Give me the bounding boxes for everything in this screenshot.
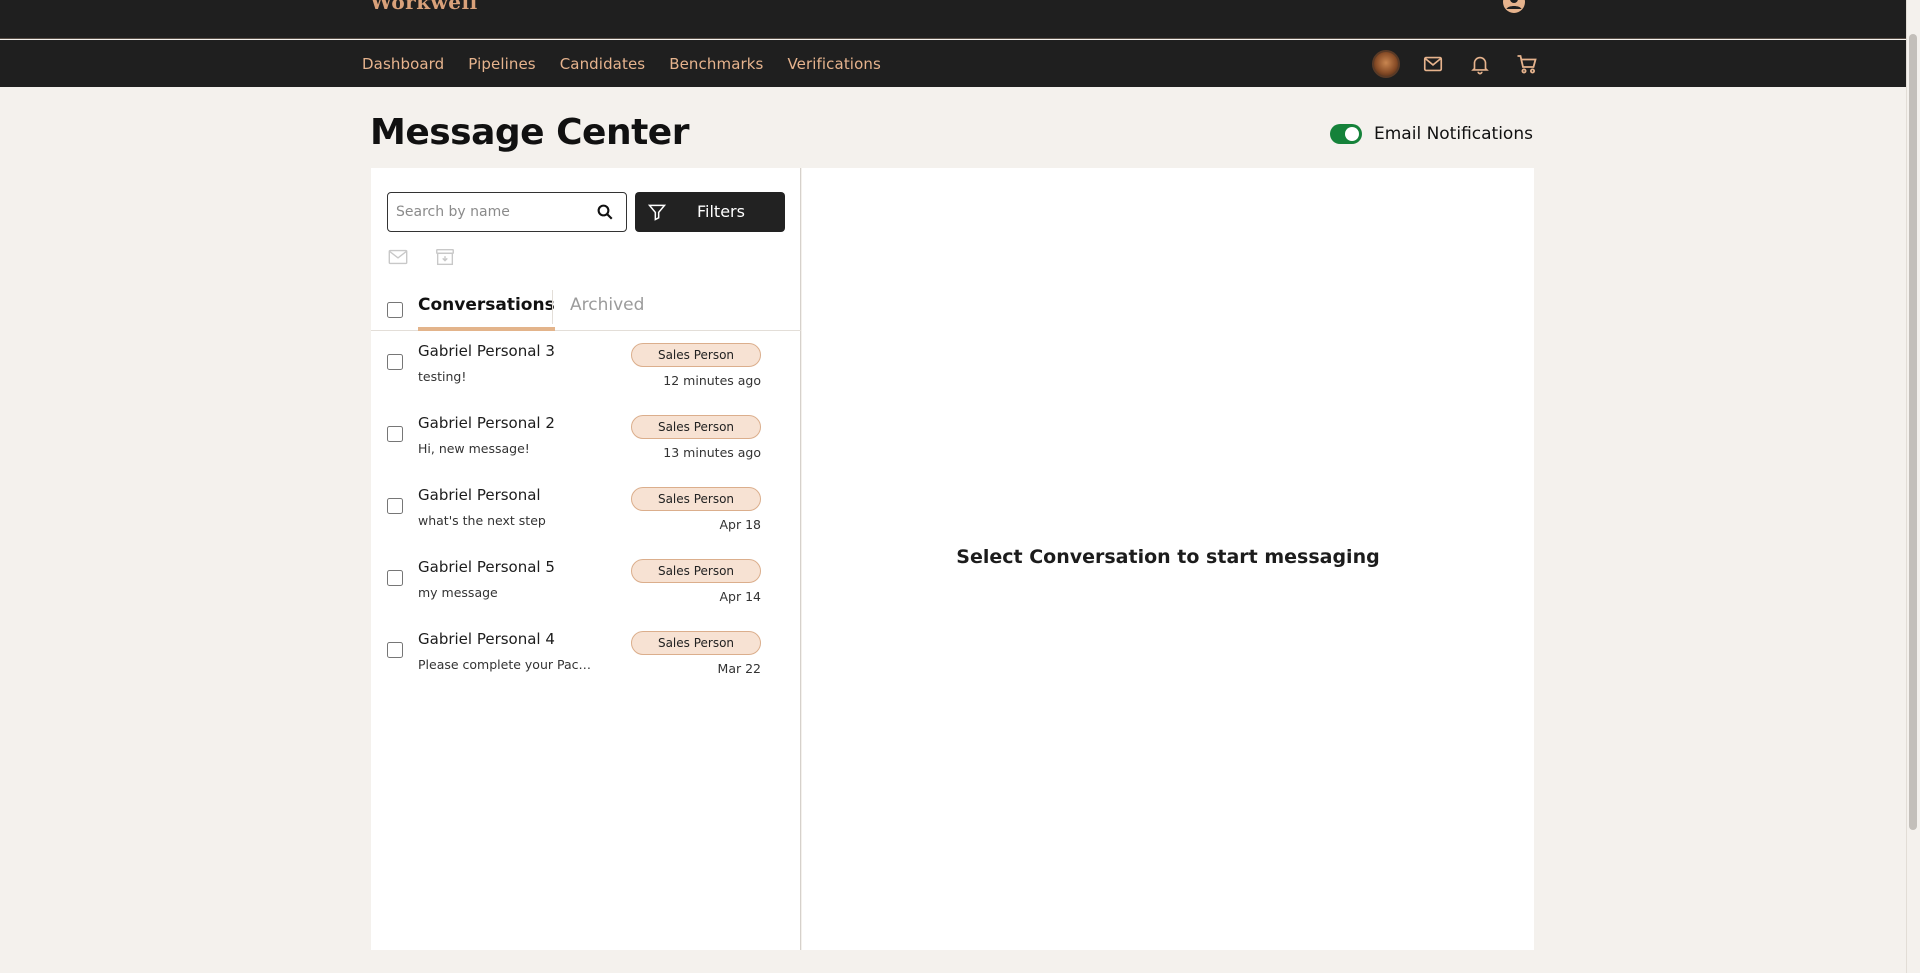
conversation-time: 13 minutes ago xyxy=(663,445,761,460)
message-panel: Select Conversation to start messaging xyxy=(802,168,1534,950)
conversation-name: Gabriel Personal 4 xyxy=(418,630,555,648)
conversation-item[interactable]: Gabriel Personal 5 my message Sales Pers… xyxy=(371,548,801,620)
role-badge: Sales Person xyxy=(631,487,761,511)
nav-verifications[interactable]: Verifications xyxy=(787,55,880,73)
conversation-name: Gabriel Personal xyxy=(418,486,541,504)
top-bar: Workwell xyxy=(0,0,1906,39)
cart-icon[interactable] xyxy=(1513,50,1541,78)
role-badge: Sales Person xyxy=(631,343,761,367)
bell-icon[interactable] xyxy=(1466,50,1494,78)
page-scrollbar-thumb[interactable] xyxy=(1909,34,1917,830)
empty-state-message: Select Conversation to start messaging xyxy=(956,546,1380,568)
conversation-name: Gabriel Personal 2 xyxy=(418,414,555,432)
page-title: Message Center xyxy=(370,112,689,153)
search-input[interactable] xyxy=(396,201,586,223)
email-notifications-label: Email Notifications xyxy=(1374,124,1533,144)
archive-icon[interactable] xyxy=(434,246,456,268)
nav-pipelines[interactable]: Pipelines xyxy=(468,55,535,73)
conversation-name: Gabriel Personal 3 xyxy=(418,342,555,360)
conversation-name: Gabriel Personal 5 xyxy=(418,558,555,576)
role-badge: Sales Person xyxy=(631,631,761,655)
conversation-item[interactable]: Gabriel Personal 2 Hi, new message! Sale… xyxy=(371,404,801,476)
mail-icon[interactable] xyxy=(1419,50,1447,78)
email-notifications-toggle[interactable]: Email Notifications xyxy=(1330,124,1533,144)
role-badge: Sales Person xyxy=(631,415,761,439)
search-box xyxy=(387,192,627,232)
tab-divider xyxy=(552,290,553,324)
conversation-preview: Hi, new message! xyxy=(418,441,530,456)
conversation-preview: my message xyxy=(418,585,498,600)
nav-dashboard[interactable]: Dashboard xyxy=(362,55,444,73)
conversation-time: Mar 22 xyxy=(717,661,761,676)
conversation-preview: what's the next step xyxy=(418,513,546,528)
filter-icon xyxy=(647,204,667,221)
mark-read-mail-icon[interactable] xyxy=(387,246,409,268)
filters-button[interactable]: Filters xyxy=(635,192,785,232)
conversation-item[interactable]: Gabriel Personal 4 Please complete your … xyxy=(371,620,801,692)
conversation-checkbox[interactable] xyxy=(387,426,403,442)
nav-candidates[interactable]: Candidates xyxy=(560,55,646,73)
conversation-checkbox[interactable] xyxy=(387,498,403,514)
main-nav: Dashboard Pipelines Candidates Benchmark… xyxy=(0,40,1906,87)
conversation-item[interactable]: Gabriel Personal 3 testing! Sales Person… xyxy=(371,332,801,404)
filters-label: Filters xyxy=(697,202,745,221)
conversation-time: Apr 14 xyxy=(719,589,761,604)
conversation-time: 12 minutes ago xyxy=(663,373,761,388)
tabs-row: Conversations Archived xyxy=(371,280,801,331)
search-icon[interactable] xyxy=(596,203,614,221)
conversation-checkbox[interactable] xyxy=(387,570,403,586)
conversation-preview: Please complete your Packfin... xyxy=(418,657,598,672)
brand-logo[interactable]: Workwell xyxy=(370,0,478,14)
conversation-checkbox[interactable] xyxy=(387,354,403,370)
conversation-preview: testing! xyxy=(418,369,467,384)
avatar xyxy=(1372,49,1400,78)
toggle-switch[interactable] xyxy=(1330,124,1362,144)
user-avatar[interactable] xyxy=(1372,49,1400,78)
tab-archived[interactable]: Archived xyxy=(570,295,644,327)
role-badge: Sales Person xyxy=(631,559,761,583)
select-all-checkbox[interactable] xyxy=(387,302,403,318)
conversation-list-panel: Filters Conversations Archived Gabriel P… xyxy=(371,168,801,950)
conversation-checkbox[interactable] xyxy=(387,642,403,658)
conversation-time: Apr 18 xyxy=(719,517,761,532)
tab-conversations[interactable]: Conversations xyxy=(418,295,555,331)
nav-benchmarks[interactable]: Benchmarks xyxy=(669,55,763,73)
conversation-item[interactable]: Gabriel Personal what's the next step Sa… xyxy=(371,476,801,548)
profile-icon[interactable] xyxy=(1502,0,1526,14)
